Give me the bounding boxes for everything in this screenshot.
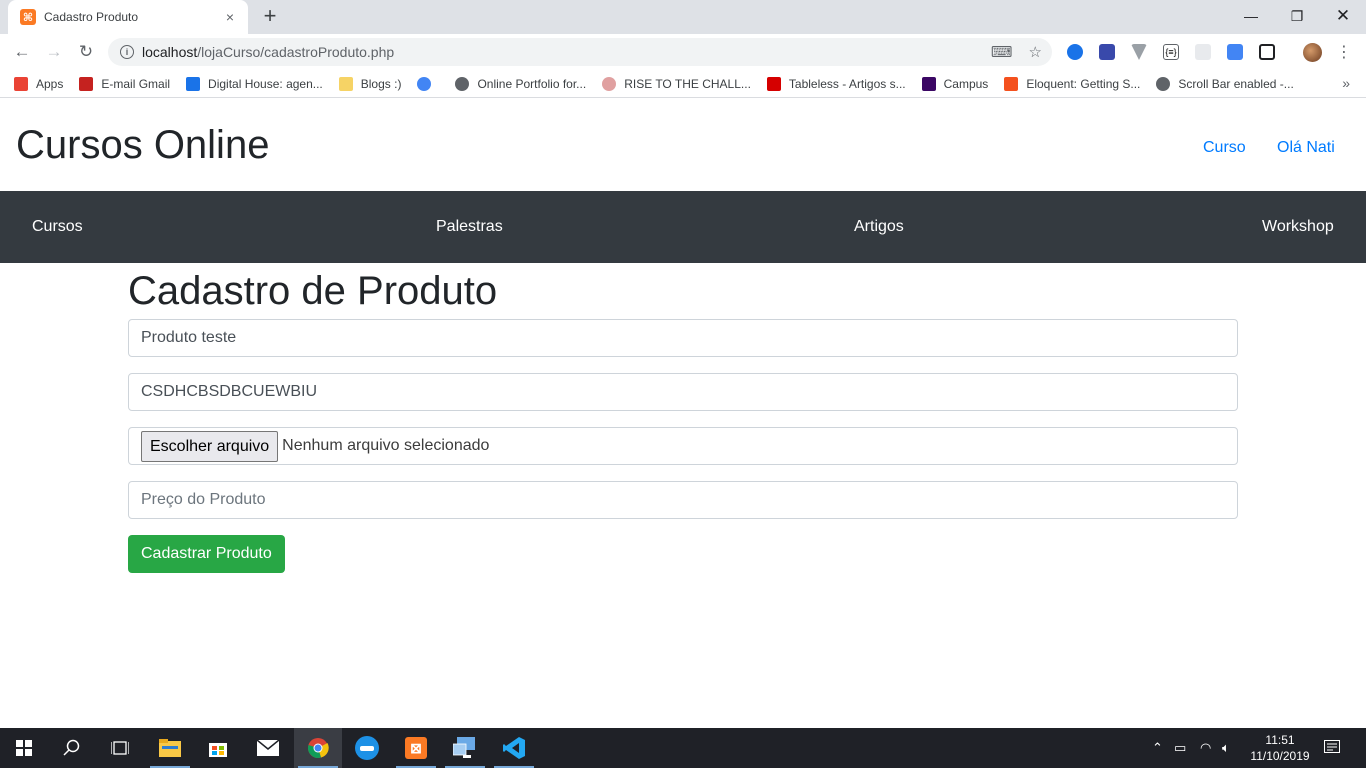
bookmarks-bar: Apps E-mail Gmail Digital House: agen...… bbox=[0, 70, 1366, 98]
globe-icon bbox=[455, 76, 470, 91]
minimize-icon[interactable]: — bbox=[1228, 0, 1274, 32]
campus-icon bbox=[921, 76, 936, 91]
bookmark-item[interactable]: Blogs :) bbox=[338, 76, 401, 91]
site-header: Cursos Online Curso Olá Nati bbox=[0, 103, 1366, 191]
url-path: /lojaCurso/cadastroProduto.php bbox=[197, 44, 395, 60]
windows-taskbar: ⊠ ⌃ ▭ ◠ 🔈︎ 11:51 11/10/2019 bbox=[0, 728, 1366, 768]
nav-item-workshop[interactable]: Workshop bbox=[1262, 218, 1334, 236]
folder-icon bbox=[338, 76, 353, 91]
bookmark-item[interactable]: E-mail Gmail bbox=[79, 76, 170, 91]
product-image-file-input: Escolher arquivo Nenhum arquivo selecion… bbox=[128, 427, 1238, 465]
battery-icon[interactable]: ▭ bbox=[1174, 728, 1186, 768]
tray-overflow-icon[interactable]: ⌃ bbox=[1152, 728, 1163, 768]
calendar-icon bbox=[186, 76, 201, 91]
laravel-icon bbox=[1004, 76, 1019, 91]
extension-json-icon[interactable]: {≡} bbox=[1163, 44, 1179, 60]
product-name-input[interactable]: Produto teste bbox=[128, 319, 1238, 357]
bookmark-item[interactable]: Campus bbox=[921, 76, 988, 91]
reload-icon[interactable]: ↻ bbox=[74, 40, 98, 64]
browser-toolbar: ← → ↻ i localhost/lojaCurso/cadastroProd… bbox=[0, 34, 1366, 70]
product-price-input[interactable]: Preço do Produto bbox=[128, 481, 1238, 519]
bookmarks-overflow-icon[interactable]: » bbox=[1342, 75, 1350, 91]
clock-time: 11:51 bbox=[1265, 733, 1295, 747]
search-logo-icon bbox=[602, 76, 617, 91]
xampp-favicon-icon: ⌘ bbox=[20, 9, 36, 25]
mail-icon[interactable] bbox=[244, 728, 292, 768]
nav-item-artigos[interactable]: Artigos bbox=[854, 218, 904, 236]
bookmark-item[interactable]: Digital House: agen... bbox=[186, 76, 323, 91]
browser-tab[interactable]: ⌘ Cadastro Produto × bbox=[8, 0, 248, 34]
nav-item-palestras[interactable]: Palestras bbox=[436, 218, 503, 236]
main-nav: Cursos Palestras Artigos Workshop bbox=[0, 191, 1366, 263]
address-bar[interactable]: i localhost/lojaCurso/cadastroProduto.ph… bbox=[108, 38, 1052, 66]
url-text: localhost/lojaCurso/cadastroProduto.php bbox=[142, 44, 394, 60]
docker-icon[interactable] bbox=[343, 728, 391, 768]
globe-icon bbox=[1156, 76, 1171, 91]
nav-item-cursos[interactable]: Cursos bbox=[32, 218, 83, 236]
file-status-text: Nenhum arquivo selecionado bbox=[282, 437, 490, 454]
file-explorer-icon[interactable] bbox=[146, 728, 194, 768]
tab-close-icon[interactable]: × bbox=[222, 9, 238, 25]
page-title: Cadastro de Produto bbox=[128, 269, 498, 313]
back-icon[interactable]: ← bbox=[10, 40, 34, 64]
tab-strip: ⌘ Cadastro Produto × + — ❐ ✕ bbox=[0, 0, 1366, 34]
choose-file-button[interactable]: Escolher arquivo bbox=[141, 430, 279, 462]
bookmark-item[interactable] bbox=[417, 76, 439, 91]
system-clock[interactable]: 11:51 11/10/2019 bbox=[1248, 732, 1312, 764]
bookmark-star-icon[interactable]: ☆ bbox=[1029, 43, 1042, 61]
bookmark-item[interactable]: Eloquent: Getting S... bbox=[1004, 76, 1140, 91]
link-user-greeting[interactable]: Olá Nati bbox=[1277, 139, 1335, 157]
bookmark-item[interactable]: RISE TO THE CHALL... bbox=[602, 76, 751, 91]
translate-icon[interactable]: ⌨ bbox=[991, 43, 1013, 61]
wifi-icon[interactable]: ◠ bbox=[1200, 728, 1211, 768]
apps-grid-icon bbox=[14, 76, 28, 91]
tab-title: Cadastro Produto bbox=[44, 10, 139, 24]
tableless-icon bbox=[766, 76, 781, 91]
page-content: Cursos Online Curso Olá Nati Cursos Pale… bbox=[0, 103, 1366, 728]
profile-avatar[interactable] bbox=[1303, 43, 1322, 62]
search-icon[interactable] bbox=[48, 728, 96, 768]
bookmark-item[interactable]: Apps bbox=[14, 76, 63, 91]
notifications-icon[interactable] bbox=[1324, 728, 1340, 768]
bookmark-item[interactable]: Online Portfolio for... bbox=[455, 76, 586, 91]
volume-icon[interactable]: 🔈︎ bbox=[1222, 728, 1230, 768]
info-icon[interactable]: i bbox=[120, 45, 134, 59]
task-view-icon[interactable] bbox=[96, 728, 144, 768]
clock-date: 11/10/2019 bbox=[1250, 749, 1310, 763]
extension-vue-icon[interactable] bbox=[1131, 44, 1147, 60]
product-code-input[interactable]: CSDHCBSDBCUEWBIU bbox=[128, 373, 1238, 411]
picture-in-picture-icon[interactable] bbox=[1259, 44, 1275, 60]
google-icon bbox=[417, 76, 432, 91]
microsoft-store-icon[interactable] bbox=[194, 728, 242, 768]
gmail-icon bbox=[79, 76, 94, 91]
bookmark-item[interactable]: Tableless - Artigos s... bbox=[766, 76, 906, 91]
extension-bookmark-icon[interactable] bbox=[1099, 44, 1115, 60]
restore-icon[interactable]: ❐ bbox=[1274, 0, 1320, 32]
link-curso[interactable]: Curso bbox=[1203, 139, 1246, 157]
submit-product-button[interactable]: Cadastrar Produto bbox=[128, 535, 285, 573]
svg-text:⊠: ⊠ bbox=[410, 740, 422, 756]
site-title: Cursos Online bbox=[16, 123, 270, 167]
forward-icon[interactable]: → bbox=[42, 40, 66, 64]
vscode-icon[interactable] bbox=[490, 728, 538, 768]
url-host: localhost bbox=[142, 44, 198, 60]
extension-check-icon[interactable] bbox=[1067, 44, 1083, 60]
remote-desktop-icon[interactable] bbox=[441, 728, 489, 768]
extension-blank-icon[interactable] bbox=[1195, 44, 1211, 60]
chrome-icon[interactable] bbox=[294, 728, 342, 768]
xampp-icon[interactable]: ⊠ bbox=[392, 728, 440, 768]
new-tab-button[interactable]: + bbox=[258, 5, 282, 29]
windows-start-icon[interactable] bbox=[0, 728, 48, 768]
browser-menu-icon[interactable]: ⋮ bbox=[1336, 42, 1352, 62]
bookmark-item[interactable]: Scroll Bar enabled -... bbox=[1156, 76, 1294, 91]
close-window-icon[interactable]: ✕ bbox=[1320, 0, 1366, 32]
product-form: Cadastro de Produto Produto teste CSDHCB… bbox=[128, 263, 1238, 573]
extension-screen-icon[interactable] bbox=[1227, 44, 1243, 60]
